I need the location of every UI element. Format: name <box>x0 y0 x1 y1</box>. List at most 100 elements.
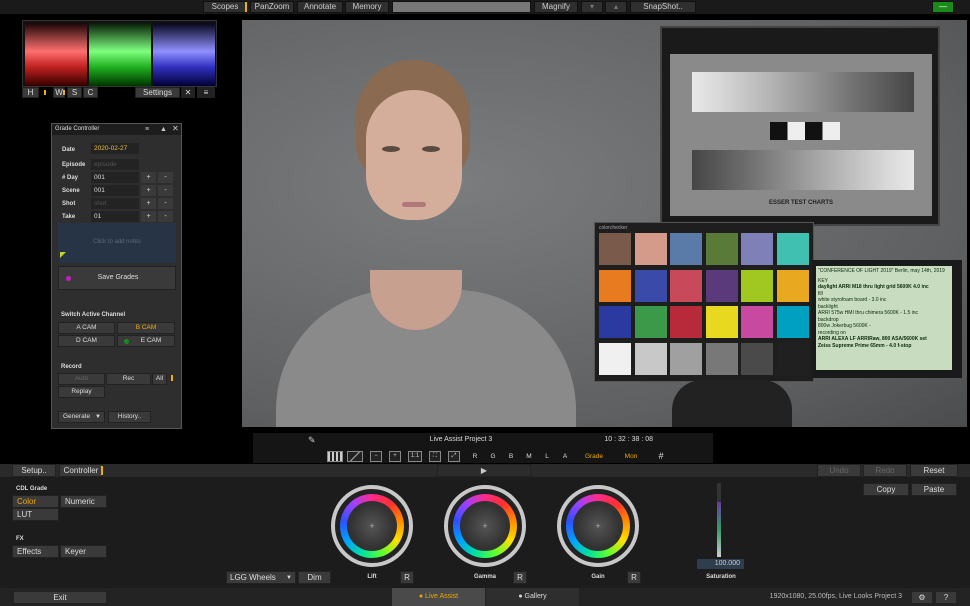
channel-m-button[interactable]: M <box>522 451 536 462</box>
zoom-in-icon[interactable]: + <box>389 451 401 462</box>
scene-plus-button[interactable]: + <box>141 185 156 196</box>
controller-button[interactable]: Controller <box>59 464 103 477</box>
grid-icon[interactable]: # <box>653 451 669 462</box>
panel-menu-icon[interactable]: ≡ <box>145 126 154 133</box>
panzoom-button[interactable]: PanZoom <box>250 1 294 13</box>
live-assist-tab[interactable]: ● Live Assist <box>392 588 485 606</box>
scopes-settings-button[interactable]: Settings <box>135 87 180 98</box>
snapshot-button[interactable]: SnapShot.. <box>630 1 696 13</box>
magnify-button[interactable]: Magnify <box>534 1 578 13</box>
setup-button[interactable]: Setup.. <box>12 464 56 477</box>
day-minus-button[interactable]: - <box>158 172 173 183</box>
take-plus-button[interactable]: + <box>141 211 156 222</box>
gain-reset-button[interactable]: R <box>627 571 641 584</box>
save-grades-button[interactable]: Save Grades <box>58 266 176 290</box>
scopes-button[interactable]: Scopes <box>203 1 247 13</box>
lift-wheel[interactable]: + <box>331 485 413 567</box>
memory-button[interactable]: Memory <box>345 1 389 13</box>
bottom-bar: Exit ● Live Assist ● Gallery 1920x1080, … <box>0 588 970 606</box>
minimize-icon: — <box>939 2 947 11</box>
annotate-button[interactable]: Annotate <box>297 1 343 13</box>
a-cam-button[interactable]: A CAM <box>58 322 115 334</box>
scope-h-button[interactable]: H <box>22 87 39 98</box>
pen-icon[interactable]: ✎ <box>308 435 320 445</box>
channel-r-button[interactable]: R <box>468 451 482 462</box>
mon-toggle[interactable]: Mon <box>615 451 647 462</box>
color-swatch <box>776 269 809 302</box>
scene-minus-button[interactable]: - <box>158 185 173 196</box>
gamma-reset-button[interactable]: R <box>513 571 527 584</box>
rec-button[interactable]: Rec <box>106 373 151 385</box>
history-button[interactable]: History.. <box>108 411 151 423</box>
gamma-wheel[interactable]: + <box>444 485 526 567</box>
scope-c-button[interactable]: C <box>83 87 98 98</box>
grade-toggle[interactable]: Grade <box>578 451 610 462</box>
episode-field[interactable]: episode <box>91 159 139 170</box>
diagonal-icon[interactable]: ⤢ <box>448 451 460 462</box>
channel-a-button[interactable]: A <box>558 451 572 462</box>
annotate-label: Annotate <box>303 2 337 11</box>
reset-button[interactable]: Reset <box>910 464 958 477</box>
channel-g-button[interactable]: G <box>486 451 500 462</box>
fit-icon[interactable]: ⛶ <box>429 451 441 462</box>
d-cam-button[interactable]: D CAM <box>58 335 115 347</box>
effects-tab[interactable]: Effects <box>12 545 59 558</box>
color-tab[interactable]: Color <box>12 495 59 508</box>
numeric-tab[interactable]: Numeric <box>60 495 107 508</box>
lut-tab-label: LUT <box>17 510 33 519</box>
panel-collapse-icon[interactable]: ▲ <box>160 126 168 133</box>
redo-button[interactable]: Redo <box>863 464 907 477</box>
undo-button[interactable]: Undo <box>817 464 861 477</box>
notes-area[interactable]: Click to add notes <box>58 223 176 263</box>
minimize-button[interactable]: — <box>932 1 954 13</box>
day-field[interactable]: 001 <box>91 172 139 183</box>
saturation-slider[interactable] <box>717 483 721 557</box>
lut-tab[interactable]: LUT <box>12 508 59 521</box>
scopes-close-button[interactable]: ✕ <box>181 87 195 98</box>
saturation-value[interactable]: 100.000 <box>697 559 744 569</box>
magnify-down-button[interactable]: ▾ <box>581 1 603 13</box>
channel-b-button[interactable]: B <box>504 451 518 462</box>
copy-button[interactable]: Copy <box>863 483 909 496</box>
compare-split-icon[interactable] <box>327 451 343 462</box>
project-name: Live Assist Project 3 <box>429 436 493 443</box>
lgg-wheels-dropdown[interactable]: LGG Wheels ▼ <box>226 571 296 584</box>
gain-wheel[interactable]: + <box>557 485 639 567</box>
replay-button[interactable]: Replay <box>58 386 105 398</box>
day-plus-button[interactable]: + <box>141 172 156 183</box>
memory-slider[interactable] <box>392 1 531 13</box>
shot-field[interactable]: shot <box>91 198 139 209</box>
channel-l-button[interactable]: L <box>540 451 554 462</box>
color-swatch <box>670 306 702 338</box>
dim-button[interactable]: Dim <box>298 571 331 584</box>
take-minus-button[interactable]: - <box>158 211 173 222</box>
zoom-out-icon[interactable]: − <box>370 451 382 462</box>
all-button[interactable]: All <box>152 373 167 385</box>
magnify-up-button[interactable]: ▴ <box>605 1 627 13</box>
gallery-tab[interactable]: ● Gallery <box>486 588 579 606</box>
scope-s-button[interactable]: S <box>67 87 82 98</box>
play-button[interactable]: ▶ <box>437 464 531 477</box>
settings-button[interactable]: ⚙ <box>911 591 933 604</box>
keyer-tab[interactable]: Keyer <box>60 545 107 558</box>
one-to-one-button[interactable]: 1:1 <box>408 451 422 462</box>
b-cam-button[interactable]: B CAM <box>117 322 175 334</box>
date-field[interactable]: 2020-02-27 <box>91 143 139 154</box>
paste-button[interactable]: Paste <box>911 483 957 496</box>
panel-close-icon[interactable]: ✕ <box>172 125 180 133</box>
lift-reset-button[interactable]: R <box>400 571 414 584</box>
color-swatch <box>599 306 631 338</box>
auto-button[interactable]: Auto <box>58 373 105 385</box>
exit-button[interactable]: Exit <box>13 591 107 604</box>
video-viewer[interactable]: ESSER TEST CHARTS colorchecker "CONFEREN… <box>242 20 967 427</box>
take-field[interactable]: 01 <box>91 211 139 222</box>
help-button[interactable]: ? <box>935 591 957 604</box>
fx-label: FX <box>16 536 24 542</box>
generate-dropdown[interactable]: Generate ▼ <box>58 411 105 423</box>
scene-field[interactable]: 001 <box>91 185 139 196</box>
scopes-active-indicator <box>245 2 247 12</box>
wipe-icon[interactable] <box>347 451 363 462</box>
scopes-menu-button[interactable]: ≡ <box>197 87 215 98</box>
shot-plus-button[interactable]: + <box>141 198 156 209</box>
shot-minus-button[interactable]: - <box>158 198 173 209</box>
